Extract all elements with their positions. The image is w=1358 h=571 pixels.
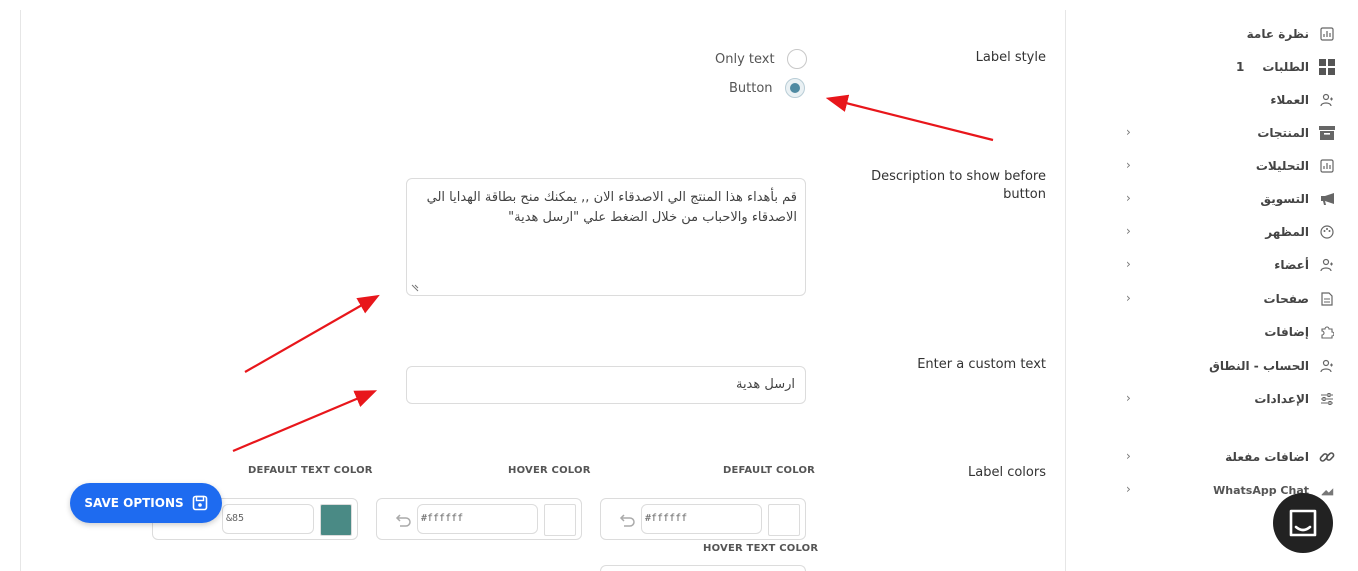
save-options-label: SAVE OPTIONS	[84, 496, 184, 510]
support-chat-button[interactable]	[1273, 493, 1333, 553]
sidebar-item-label: الطلبات	[1262, 60, 1309, 74]
radio-only-text[interactable]	[786, 49, 807, 69]
sliders-icon	[1319, 391, 1335, 407]
sidebar-item-label: إضافات	[1264, 325, 1309, 339]
label-style-label: Label style	[975, 50, 1046, 65]
sidebar-item-label: اضافات مفعلة	[1225, 450, 1309, 464]
hover-color-swatch[interactable]	[544, 504, 576, 536]
hover-color-input[interactable]: #ffffff	[417, 504, 538, 534]
description-textarea[interactable]: قم بأهداء هذا المنتج الي الاصدقاء الان ,…	[406, 178, 806, 296]
undo-icon[interactable]	[394, 511, 412, 529]
custom-text-input[interactable]: ارسل هدية	[406, 366, 806, 404]
sidebar-item-orders[interactable]: الطلبات 1	[1120, 56, 1335, 78]
chevron-left-icon[interactable]: ‹	[1126, 191, 1131, 205]
sidebar-item-label: الحساب - النطاق	[1209, 359, 1309, 373]
radio-button[interactable]	[784, 78, 805, 98]
chart-icon	[1319, 26, 1335, 42]
sidebar-item-label: المنتجات	[1257, 126, 1309, 140]
sidebar-item-active-addons[interactable]: اضافات مفعلة ‹	[1120, 446, 1335, 468]
custom-text-label: Enter a custom text	[917, 357, 1046, 372]
radio-only-text-row[interactable]: Only text	[715, 49, 807, 69]
hover-color-title: HOVER COLOR	[508, 465, 591, 476]
description-text: قم بأهداء هذا المنتج الي الاصدقاء الان ,…	[426, 190, 797, 225]
page-icon	[1319, 291, 1335, 307]
box-icon	[1319, 125, 1335, 141]
resize-grip-icon[interactable]	[410, 283, 420, 293]
chat-icon	[1289, 509, 1317, 537]
megaphone-icon	[1319, 191, 1335, 207]
sidebar-item-label: أعضاء	[1274, 258, 1309, 272]
chevron-left-icon[interactable]: ‹	[1126, 291, 1131, 305]
radio-button-label: Button	[729, 80, 773, 96]
sidebar-item-label: العملاء	[1270, 93, 1309, 107]
hover-color-picker[interactable]: #ffffff	[376, 498, 582, 540]
sidebar-item-label: التسويق	[1260, 192, 1309, 206]
chevron-left-icon[interactable]: ‹	[1126, 224, 1131, 238]
default-color-swatch[interactable]	[768, 504, 800, 536]
default-color-picker[interactable]: #ffffff	[600, 498, 806, 540]
sidebar-item-pages[interactable]: صفحات ‹	[1120, 288, 1335, 310]
link-icon	[1319, 449, 1335, 465]
sidebar-item-members[interactable]: أعضاء ‹	[1120, 254, 1335, 276]
save-icon	[192, 495, 207, 511]
description-label: Description to show before button	[871, 169, 1046, 202]
chart-icon	[1319, 158, 1335, 174]
chevron-left-icon[interactable]: ‹	[1126, 482, 1131, 496]
chevron-left-icon[interactable]: ‹	[1126, 158, 1131, 172]
sidebar-item-label: المظهر	[1265, 225, 1309, 239]
sidebar-item-addons[interactable]: إضافات	[1120, 321, 1335, 343]
grid-icon	[1319, 59, 1335, 75]
radio-only-text-label: Only text	[715, 51, 775, 67]
default-text-color-swatch[interactable]	[320, 504, 352, 536]
sidebar-item-products[interactable]: المنتجات ‹	[1120, 122, 1335, 144]
chevron-left-icon[interactable]: ‹	[1126, 257, 1131, 271]
users-icon	[1319, 358, 1335, 374]
sidebar-item-analytics[interactable]: التحليلات ‹	[1120, 155, 1335, 177]
hover-text-color-title: HOVER TEXT COLOR	[703, 543, 819, 554]
sidebar-item-label: صفحات	[1263, 292, 1309, 306]
undo-icon[interactable]	[618, 511, 636, 529]
sidebar-item-overview[interactable]: نظرة عامة	[1120, 23, 1335, 45]
chevron-left-icon[interactable]: ‹	[1126, 449, 1131, 463]
orders-count-badge: 1	[1235, 60, 1245, 74]
label-colors-label: Label colors	[968, 465, 1046, 480]
sidebar-item-customers[interactable]: العملاء	[1120, 89, 1335, 111]
default-text-color-input[interactable]: &85	[222, 504, 314, 534]
sidebar-item-label: الإعدادات	[1254, 392, 1309, 406]
sidebar-item-appearance[interactable]: المظهر ‹	[1120, 221, 1335, 243]
hover-text-color-picker[interactable]	[600, 565, 806, 571]
default-color-title: DEFAULT COLOR	[723, 465, 816, 476]
users-icon	[1319, 257, 1335, 273]
default-color-input[interactable]: #ffffff	[641, 504, 762, 534]
puzzle-icon	[1319, 324, 1335, 340]
chevron-left-icon[interactable]: ‹	[1126, 125, 1131, 139]
phone-icon	[1319, 482, 1335, 498]
sidebar-item-marketing[interactable]: التسويق ‹	[1120, 188, 1335, 210]
chevron-left-icon[interactable]: ‹	[1126, 391, 1131, 405]
sidebar-item-settings[interactable]: الإعدادات ‹	[1120, 388, 1335, 410]
radio-button-row[interactable]: Button	[729, 78, 805, 98]
default-text-color-title: DEFAULT TEXT COLOR	[248, 465, 373, 476]
sidebar-item-account-domain[interactable]: الحساب - النطاق	[1120, 355, 1335, 377]
sidebar-item-label: التحليلات	[1255, 159, 1309, 173]
sidebar-item-label: نظرة عامة	[1246, 27, 1309, 41]
palette-icon	[1319, 224, 1335, 240]
save-options-button[interactable]: SAVE OPTIONS	[70, 483, 222, 523]
users-icon	[1319, 92, 1335, 108]
